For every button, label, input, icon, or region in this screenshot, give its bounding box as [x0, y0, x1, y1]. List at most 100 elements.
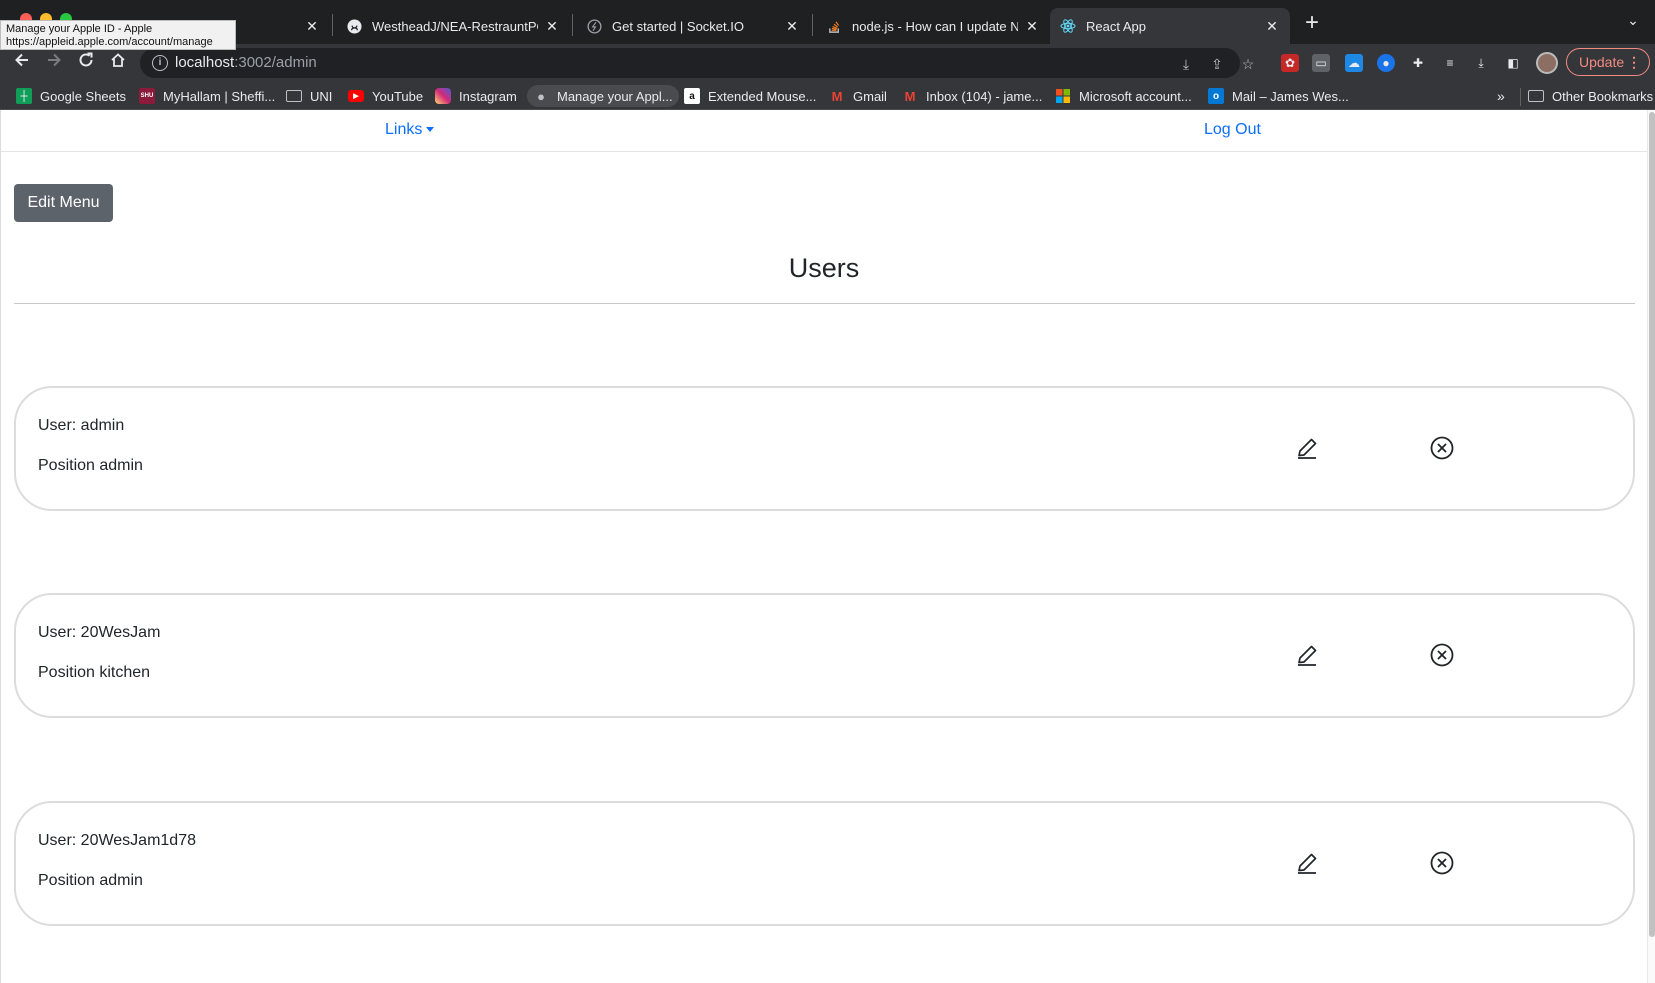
tab-title: WestheadJ/NEA-RestrauntPOS: [372, 18, 538, 34]
socketio-icon: [586, 18, 602, 34]
bookmark-item[interactable]: M Gmail: [823, 85, 893, 107]
bookmarks-bar: ┼ Google Sheets SHU MyHallam | Sheffi...…: [0, 82, 1655, 110]
tab-title: node.js - How can I update Node: [852, 18, 1018, 34]
bookmark-star-icon[interactable]: ☆: [1239, 55, 1257, 73]
address-url[interactable]: localhost:3002/admin: [175, 54, 317, 71]
links-dropdown[interactable]: Links: [385, 121, 435, 139]
tab-divider: [332, 14, 333, 36]
tab-close-icon[interactable]: ✕: [1024, 18, 1040, 34]
pencil-edit-icon[interactable]: [1294, 435, 1320, 461]
pencil-edit-icon[interactable]: [1294, 642, 1320, 668]
gmail-icon: M: [904, 88, 916, 104]
delete-circle-x-icon[interactable]: [1429, 850, 1455, 876]
install-app-icon[interactable]: ⤓: [1177, 55, 1195, 73]
reload-icon[interactable]: [74, 51, 98, 75]
outlook-icon: o: [1208, 88, 1224, 104]
instagram-icon: [435, 88, 451, 104]
extension-cloud-icon[interactable]: ☁: [1345, 54, 1363, 72]
bookmark-label: Extended Mouse...: [708, 88, 817, 104]
page-scrollbar[interactable]: [1647, 110, 1655, 983]
bookmark-item[interactable]: UNI: [280, 85, 338, 107]
bookmark-item[interactable]: ┼ Google Sheets: [10, 85, 132, 107]
more-bookmarks-chevron-icon[interactable]: »: [1497, 88, 1505, 104]
tab-close-icon[interactable]: ✕: [544, 18, 560, 34]
update-label: Update: [1579, 54, 1625, 70]
bookmark-label: UNI: [310, 88, 333, 104]
tab-close-icon[interactable]: ✕: [304, 18, 320, 34]
tab-title: React App: [1086, 18, 1146, 34]
browser-tab-active[interactable]: React App ✕: [1050, 8, 1290, 44]
menu-kebab-icon[interactable]: ⋮: [1627, 49, 1641, 75]
back-arrow-icon[interactable]: [10, 51, 34, 75]
logout-link[interactable]: Log Out: [1204, 121, 1261, 139]
pencil-edit-icon[interactable]: [1294, 850, 1320, 876]
bookmark-item[interactable]: M Inbox (104) - jame...: [896, 85, 1048, 107]
bookmark-label: Mail – James Wes...: [1232, 88, 1349, 104]
delete-circle-x-icon[interactable]: [1429, 642, 1455, 668]
tab-close-icon[interactable]: ✕: [1264, 18, 1280, 34]
side-panel-icon[interactable]: ◧: [1504, 54, 1522, 72]
folder-icon: [286, 90, 302, 102]
github-icon: [346, 18, 362, 34]
extensions-puzzle-icon[interactable]: ✚: [1409, 54, 1427, 72]
edit-menu-button[interactable]: Edit Menu: [14, 184, 113, 222]
bookmark-label: Microsoft account...: [1079, 88, 1192, 104]
user-name: User: 20WesJam: [38, 624, 161, 641]
share-icon[interactable]: ⇪: [1208, 55, 1226, 73]
bookmark-label: YouTube: [372, 88, 424, 104]
tab-title: Get started | Socket.IO: [612, 18, 744, 34]
bookmark-label: Google Sheets: [40, 88, 127, 104]
delete-circle-x-icon[interactable]: [1429, 435, 1455, 461]
user-name: User: 20WesJam1d78: [38, 832, 196, 849]
bookmark-label: Manage your Appl...: [557, 88, 673, 104]
browser-tab[interactable]: node.js - How can I update Node ✕: [816, 8, 1050, 44]
downloads-icon[interactable]: ⤓: [1472, 54, 1490, 72]
extension-circle-icon[interactable]: ●: [1377, 54, 1395, 72]
extension-cast-icon[interactable]: ▭: [1312, 54, 1330, 72]
folder-icon: [1528, 90, 1544, 102]
scrollbar-thumb[interactable]: [1649, 112, 1655, 937]
bookmark-item[interactable]: ● Manage your Appl...: [527, 85, 679, 107]
user-name: User: admin: [38, 417, 125, 434]
browser-tab[interactable]: Get started | Socket.IO ✕: [576, 8, 810, 44]
youtube-icon: ▶: [348, 90, 364, 102]
other-bookmarks-label: Other Bookmarks: [1552, 88, 1654, 104]
tab-search-chevron-icon[interactable]: ⌄: [1623, 12, 1643, 32]
bookmark-label: Gmail: [853, 88, 887, 104]
apple-icon: ●: [537, 88, 545, 104]
bookmark-item[interactable]: a Extended Mouse...: [678, 85, 822, 107]
links-label: Links: [385, 121, 423, 138]
bookmark-label: Instagram: [459, 88, 517, 104]
user-card: User: admin Position admin: [14, 386, 1635, 511]
app-navbar: Links Log Out: [1, 110, 1647, 152]
update-button[interactable]: Update ⋮: [1566, 48, 1650, 76]
address-bar[interactable]: i localhost:3002/admin ⤓ ⇪ ☆: [140, 48, 1254, 78]
page-title: Users: [788, 253, 860, 283]
microsoft-icon: [1055, 88, 1071, 104]
tab-divider: [572, 14, 573, 36]
tooltip-title: Manage your Apple ID - Apple: [6, 23, 153, 35]
browser-tab[interactable]: WestheadJ/NEA-RestrauntPOS ✕: [336, 8, 570, 44]
profile-avatar[interactable]: [1536, 52, 1558, 74]
gmail-icon: M: [831, 88, 843, 104]
sheets-icon: ┼: [16, 88, 32, 104]
tab-close-icon[interactable]: ✕: [784, 18, 800, 34]
user-card: User: 20WesJam Position kitchen: [14, 593, 1635, 718]
bookmark-item[interactable]: Microsoft account...: [1049, 85, 1198, 107]
other-bookmarks[interactable]: Other Bookmarks: [1522, 85, 1655, 107]
home-icon[interactable]: [106, 51, 130, 75]
browser-tabstrip: ▫ Grooby ✕ WestheadJ/NEA-RestrauntPOS ✕ …: [0, 0, 1655, 44]
caret-down-icon: [426, 127, 435, 133]
tooltip-url: https://appleid.apple.com/account/manage: [6, 36, 213, 48]
extension-red-icon[interactable]: ✿: [1281, 54, 1299, 72]
new-tab-button[interactable]: +: [1298, 10, 1326, 38]
forward-arrow-icon[interactable]: [42, 51, 66, 75]
user-position: Position kitchen: [38, 664, 151, 681]
site-info-icon[interactable]: i: [152, 55, 168, 71]
bookmark-item[interactable]: SHU MyHallam | Sheffi...: [133, 85, 281, 107]
bookmark-item[interactable]: Instagram: [429, 85, 523, 107]
reading-list-icon[interactable]: ≡: [1441, 54, 1459, 72]
bookmark-item[interactable]: o Mail – James Wes...: [1202, 85, 1355, 107]
bookmark-label: Inbox (104) - jame...: [926, 88, 1043, 104]
bookmark-item[interactable]: ▶ YouTube: [342, 85, 429, 107]
